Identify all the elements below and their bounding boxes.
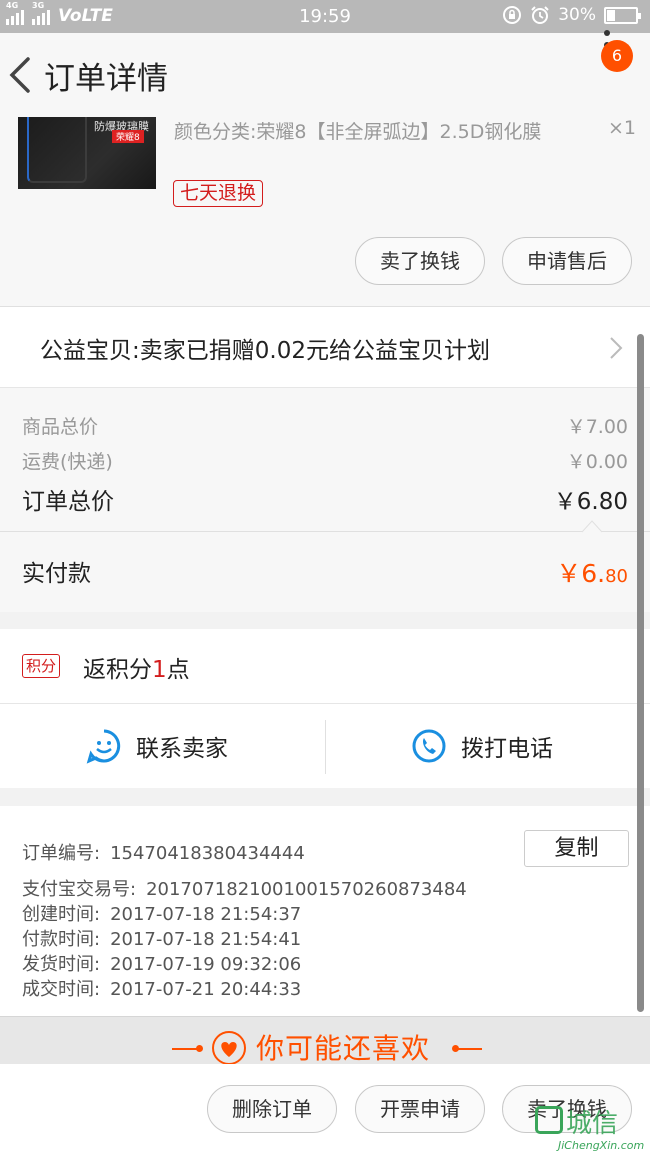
paid-value: ￥6.80 [556, 554, 628, 590]
heart-icon [212, 1031, 246, 1065]
paid-value-main: ￥6. [556, 559, 606, 588]
chat-smile-icon [86, 729, 121, 764]
price-summary: 商品总价 ￥7.00 运费(快递) ￥0.00 订单总价 ￥6.80 实付款 ￥… [0, 388, 650, 612]
divider [0, 531, 650, 532]
alarm-icon [531, 6, 549, 24]
paid-time-row: 付款时间: 2017-07-18 21:54:41 [22, 925, 301, 951]
paid-value-cents: 80 [605, 566, 628, 587]
order-total-value: ￥6.80 [553, 489, 628, 515]
pointer-notch [582, 520, 602, 533]
product-thumbnail[interactable]: 防爆玻璃膜 荣耀8 [18, 117, 156, 189]
completed-time-row: 成交时间: 2017-07-21 20:44:33 [22, 975, 301, 1001]
created-time: 2017-07-18 21:54:37 [110, 904, 302, 925]
order-number-row: 订单编号: 15470418380434444 [22, 839, 305, 865]
return-policy-tag: 七天退换 [173, 180, 264, 207]
shipped-time: 2017-07-19 09:32:06 [110, 954, 302, 975]
goods-total-value: ￥7.00 [566, 416, 628, 438]
shipped-time-row: 发货时间: 2017-07-19 09:32:06 [22, 950, 301, 976]
points-text: 返积分1点 [83, 650, 190, 684]
invoice-request-button[interactable]: 开票申请 [355, 1085, 485, 1133]
shipping-value: ￥0.00 [566, 451, 628, 473]
contact-seller-label: 联系卖家 [136, 736, 228, 762]
product-spec: 颜色分类:荣耀8【非全屏弧边】2.5D钢化膜 [174, 121, 542, 143]
points-number: 1 [152, 657, 167, 683]
alipay-trade-row: 支付宝交易号: 2017071821001001570260873484 [22, 875, 467, 901]
info-label: 发货时间: [22, 954, 101, 975]
points-tag: 积分 [22, 654, 61, 678]
call-phone-label: 拨打电话 [461, 736, 553, 762]
recommend-title: 你可能还喜欢 [256, 1032, 431, 1065]
watermark-url: JiChengXin.com [558, 1139, 645, 1152]
order-total-label: 订单总价 [22, 489, 114, 515]
completed-time: 2017-07-21 20:44:33 [110, 979, 302, 1000]
charity-row[interactable]: 公益宝贝:卖家已捐赠0.02元给公益宝贝计划 [0, 306, 650, 388]
points-row: 积分 返积分1点 [0, 629, 650, 704]
watermark-text: 城信 [566, 1109, 619, 1139]
after-sale-button[interactable]: 申请售后 [502, 237, 632, 285]
battery-icon [604, 6, 641, 24]
scrollbar[interactable] [637, 334, 644, 1012]
recommend-banner: 你可能还喜欢 [0, 1016, 650, 1065]
product-card: 防爆玻璃膜 荣耀8 颜色分类:荣耀8【非全屏弧边】2.5D钢化膜 ×1 七天退换… [0, 117, 650, 306]
watermark-logo: 城信 JiChengXin.com [532, 1102, 650, 1155]
status-right: 30% [502, 5, 641, 25]
order-number: 15470418380434444 [110, 843, 305, 864]
back-arrow-icon[interactable] [4, 53, 40, 97]
delete-order-button[interactable]: 删除订单 [207, 1085, 337, 1133]
message-badge: 6 [601, 40, 633, 72]
alipay-trade-number: 2017071821001001570260873484 [146, 879, 467, 900]
call-phone-button[interactable]: 拨打电话 [411, 728, 553, 764]
shipping-label: 运费(快递) [22, 451, 113, 473]
status-bar: 4G 3G VoLTE 19:59 30% [0, 0, 650, 33]
paid-label: 实付款 [22, 561, 91, 587]
divider [325, 720, 326, 774]
goods-total-label: 商品总价 [22, 416, 99, 438]
sell-for-cash-button[interactable]: 卖了换钱 [355, 237, 485, 285]
chevron-right-icon [610, 337, 623, 359]
charity-text: 公益宝贝:卖家已捐赠0.02元给公益宝贝计划 [40, 338, 490, 364]
info-label: 成交时间: [22, 979, 101, 1000]
order-info: 订单编号: 15470418380434444 复制 支付宝交易号: 2017071… [0, 806, 650, 1016]
thumbnail-tag: 荣耀8 [112, 130, 144, 143]
product-quantity: ×1 [608, 117, 637, 139]
points-suffix: 点 [166, 657, 190, 683]
created-time-row: 创建时间: 2017-07-18 21:54:37 [22, 900, 301, 926]
rotation-lock-icon [503, 6, 522, 24]
paid-time: 2017-07-18 21:54:41 [110, 929, 302, 950]
page-title: 订单详情 [44, 61, 168, 97]
points-prefix: 返积分 [83, 657, 152, 683]
info-label: 支付宝交易号: [22, 879, 137, 900]
title-bar: 订单详情 [0, 33, 650, 117]
contact-bar: 联系卖家 拨打电话 [0, 704, 650, 788]
battery-percent: 30% [558, 5, 596, 25]
info-label: 订单编号: [22, 843, 101, 864]
phone-icon [412, 729, 446, 763]
decor-dot [196, 1045, 203, 1052]
decor-line [456, 1048, 482, 1050]
copy-button[interactable]: 复制 [524, 830, 629, 867]
info-label: 付款时间: [22, 929, 101, 950]
contact-seller-button[interactable]: 联系卖家 [86, 728, 228, 764]
info-label: 创建时间: [22, 904, 101, 925]
